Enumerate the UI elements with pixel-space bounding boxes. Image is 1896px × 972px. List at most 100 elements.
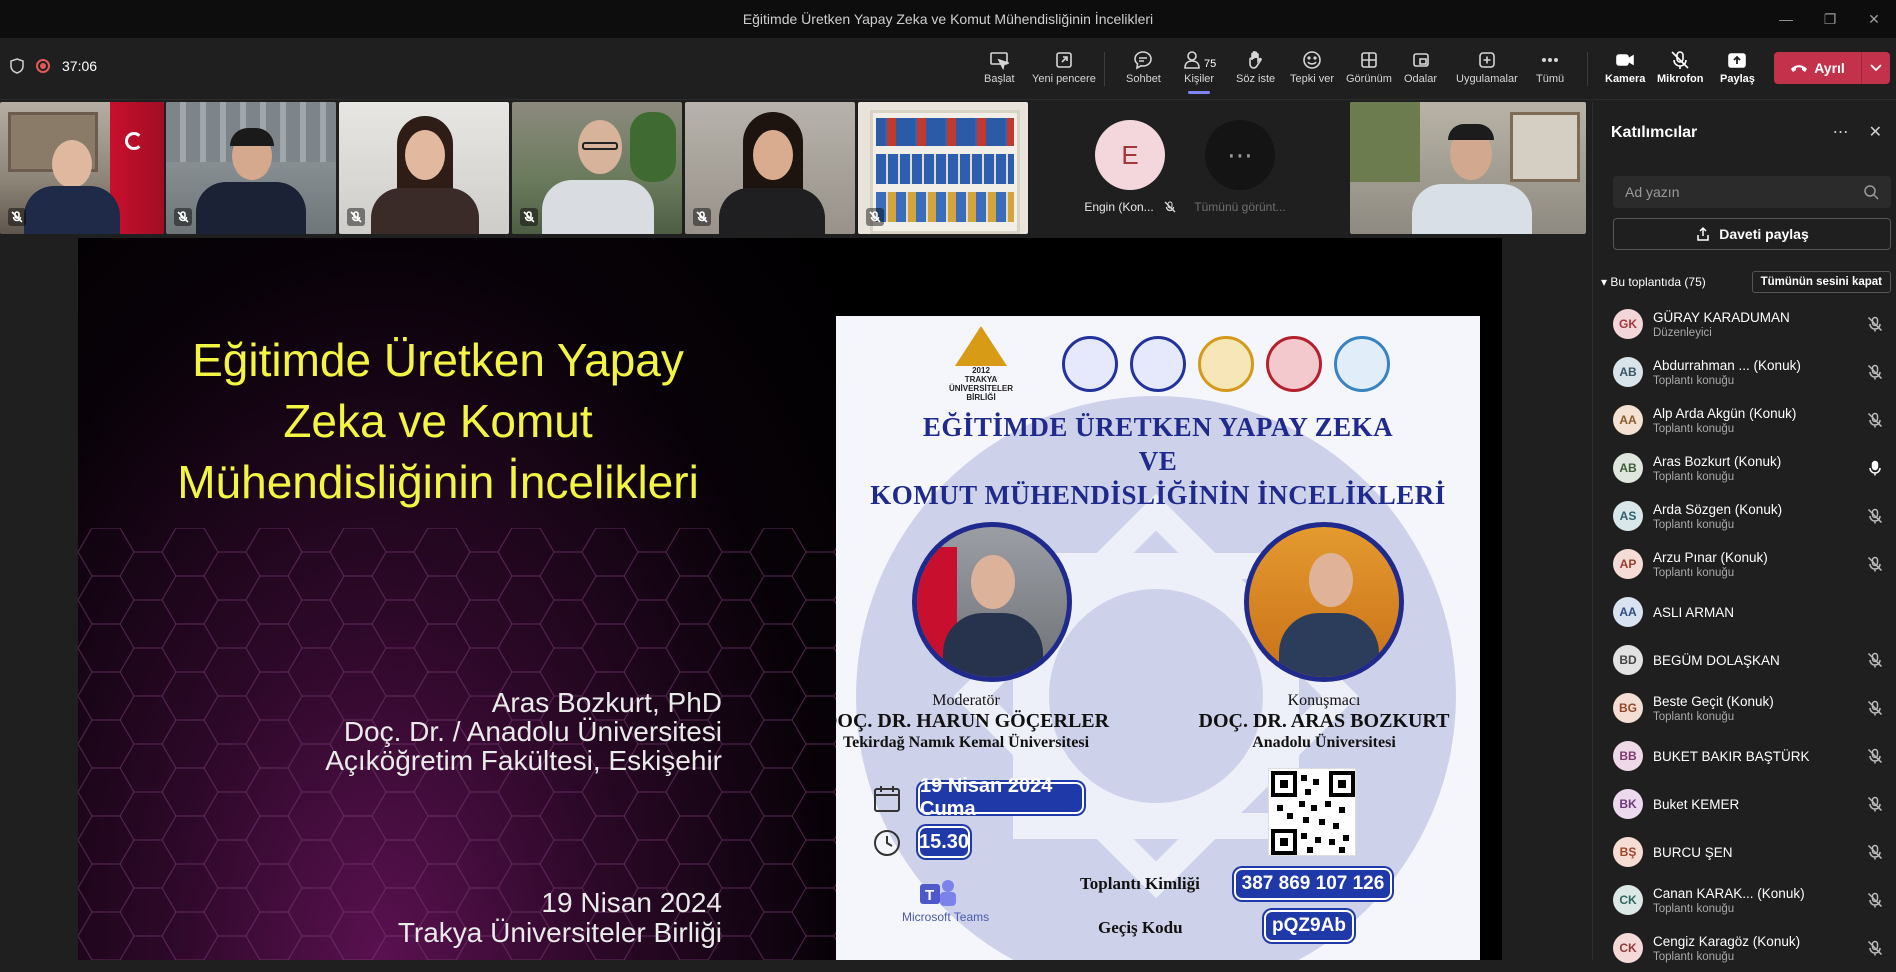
mic-off-icon[interactable] [1867,940,1883,956]
share-invite-button[interactable]: Daveti paylaş [1613,218,1891,250]
participant-row[interactable]: AP Arzu Pınar (Konuk) Toplantı konuğu [1593,540,1896,588]
participant-name: BEGÜM DOLAŞKAN [1653,652,1780,668]
toolbar-view-button[interactable]: Görünüm [1346,48,1392,85]
avatar: AA [1613,405,1643,435]
mic-off-icon[interactable] [1867,748,1883,764]
avatar: BB [1613,741,1643,771]
mic-off-icon [866,208,884,226]
toolbar-chat-button[interactable]: Sohbet [1126,48,1161,85]
meeting-id-label: Toplantı Kimliği [1080,874,1200,893]
phone-hangup-icon [1791,65,1808,72]
toolbar-mic-button[interactable]: Mikrofon [1657,48,1703,85]
participant-name: BURCU ŞEN [1653,844,1733,860]
video-tile[interactable] [512,102,682,234]
mute-all-button[interactable]: Tümünün sesini kapat [1751,271,1891,293]
leave-main[interactable]: Ayrıl [1774,52,1862,84]
section-label: Bu toplantıda (75) [1610,275,1706,289]
avatar: AB [1613,453,1643,483]
close-window-icon[interactable]: ✕ [1852,0,1896,38]
view-grid-icon [1361,52,1377,68]
toolbar-more-button[interactable]: Tümü [1536,48,1564,85]
toolbar-new-window-button[interactable]: Yeni pencere [1032,48,1096,85]
toolbar-apps-button[interactable]: Uygulamalar [1456,48,1518,85]
toolbar-people-button[interactable]: 75 Kişiler [1182,48,1216,94]
participant-row[interactable]: GK GÜRAY KARADUMAN Düzenleyici [1593,300,1896,348]
restore-icon[interactable]: ❐ [1808,0,1852,38]
toolbar-present-button[interactable]: Başlat [984,48,1015,85]
participant-row[interactable]: AA ASLI ARMAN [1593,588,1896,636]
chevron-down-icon[interactable] [1862,64,1890,72]
mic-off-icon[interactable] [1867,316,1883,332]
avatar: CK [1613,933,1643,963]
speaker-university: Anadolu Üniversitesi [1252,734,1396,751]
university-logo [1198,336,1254,392]
mic-off-icon[interactable] [1867,700,1883,716]
mic-off-icon [1671,51,1689,69]
participant-row[interactable]: BB BUKET BAKIR BAŞTÜRK [1593,732,1896,780]
toolbar-share-button[interactable]: Paylaş [1720,48,1755,85]
toolbar-label: Tümü [1536,73,1565,85]
close-icon[interactable]: ✕ [1869,122,1882,142]
participant-name: GÜRAY KARADUMAN [1653,309,1790,325]
video-tile[interactable] [858,102,1028,234]
participant-row[interactable]: BK Buket KEMER [1593,780,1896,828]
toolbar-rooms-button[interactable]: Odalar [1404,48,1437,85]
participant-row[interactable]: BŞ BURCU ŞEN [1593,828,1896,876]
mic-off-icon[interactable] [1867,556,1883,572]
participant-avatar-tile[interactable]: E Engin (Kon... [1070,102,1190,234]
teams-label: Microsoft Teams [902,910,990,924]
toolbar-react-button[interactable]: Tepki ver [1290,48,1334,85]
participant-search-input[interactable]: Ad yazın [1613,176,1891,208]
toolbar-camera-button[interactable]: Kamera [1605,48,1645,85]
video-tile[interactable] [1350,102,1586,234]
participant-name: Buket KEMER [1653,796,1740,812]
participant-name: Engin (Kon... [1084,200,1154,214]
chevron-down-icon: ▾ [1601,275,1611,289]
mic-off-icon[interactable] [1867,796,1883,812]
search-placeholder: Ad yazın [1625,184,1680,200]
speaker-role: Konuşmacı [1287,692,1361,709]
shield-icon [10,58,24,74]
raise-hand-icon [1248,50,1262,69]
view-all-label: Tümünü görünt... [1194,200,1286,214]
participant-row[interactable]: CK Cengiz Karagöz (Konuk) Toplantı konuğu [1593,924,1896,972]
video-tile[interactable] [0,102,164,234]
participant-list: GK GÜRAY KARADUMAN Düzenleyici AB Abdurrahma… [1593,300,1896,972]
section-header[interactable]: ▾ Bu toplantıda (75) [1601,275,1706,289]
mic-off-icon[interactable] [1867,364,1883,380]
moderator-university: Tekirdağ Namık Kemal Üniversitesi [842,734,1090,751]
mic-off-icon[interactable] [1867,892,1883,908]
participant-row[interactable]: AA Alp Arda Akgün (Konuk) Toplantı konuğu [1593,396,1896,444]
mic-off-icon[interactable] [1867,844,1883,860]
more-options-icon[interactable]: ⋯ [1833,122,1849,142]
video-tile[interactable] [166,102,336,234]
toolbar-label: Paylaş [1720,73,1755,85]
mic-off-icon[interactable] [1867,412,1883,428]
participant-row[interactable]: BG Beste Geçit (Konuk) Toplantı konuğu [1593,684,1896,732]
toolbar-label: Başlat [984,73,1015,85]
video-strip: E Engin (Kon... ⋯ Tümünü görünt... [0,102,1590,236]
video-tile[interactable] [339,102,509,234]
university-logo [1130,336,1186,392]
participant-name: Aras Bozkurt (Konuk) [1653,453,1782,469]
minimize-icon[interactable]: — [1764,0,1808,38]
mic-on-icon[interactable] [1867,460,1883,476]
leave-label: Ayrıl [1814,60,1845,76]
toolbar-raise-hand-button[interactable]: Söz iste [1236,48,1275,85]
participant-name: ASLI ARMAN [1653,604,1735,620]
camera-icon [1616,54,1634,66]
leave-button[interactable]: Ayrıl [1774,52,1890,84]
view-all-tile[interactable]: ⋯ Tümünü görünt... [1190,102,1290,234]
participant-row[interactable]: AS Arda Sözgen (Konuk) Toplantı konuğu [1593,492,1896,540]
participant-row[interactable]: CK Canan KARAK... (Konuk) Toplantı konuğu [1593,876,1896,924]
toolbar-label: Mikrofon [1657,73,1704,85]
participant-row[interactable]: BD BEGÜM DOLAŞKAN [1593,636,1896,684]
avatar: BD [1613,645,1643,675]
mic-off-icon[interactable] [1867,652,1883,668]
speaker-name: DOÇ. DR. ARAS BOZKURT [1198,710,1450,732]
video-tile[interactable] [685,102,855,234]
mic-off-icon[interactable] [1867,508,1883,524]
participant-row[interactable]: AB Aras Bozkurt (Konuk) Toplantı konuğu [1593,444,1896,492]
participant-row[interactable]: AB Abdurrahman ... (Konuk) Toplantı konuğu [1593,348,1896,396]
participant-name: Canan KARAK... (Konuk) [1653,885,1805,901]
